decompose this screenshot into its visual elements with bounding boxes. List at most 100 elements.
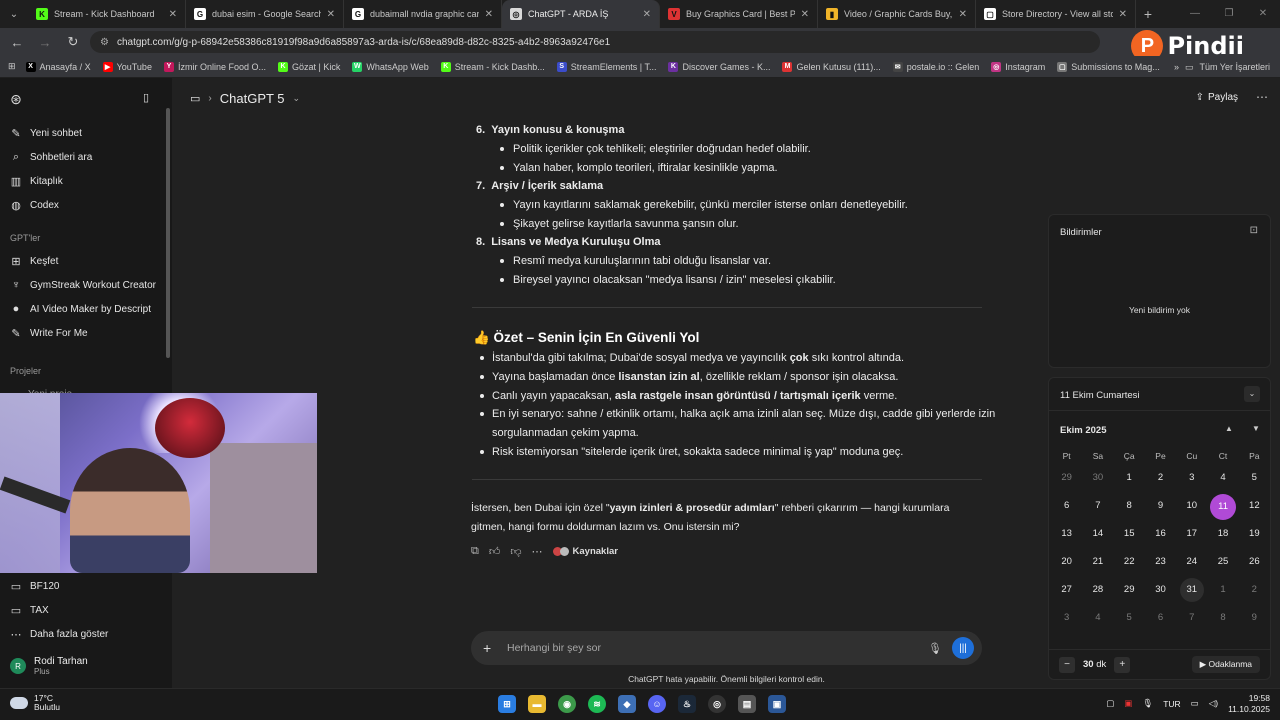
calendar-day[interactable]: 28 xyxy=(1082,578,1113,602)
close-sidebar-icon[interactable]: ▯ xyxy=(140,91,152,104)
discord-icon[interactable]: ☺ xyxy=(648,695,666,713)
openai-logo-icon[interactable]: ⊛ xyxy=(10,91,22,108)
calendar-day[interactable]: 14 xyxy=(1082,522,1113,546)
maximize-icon[interactable]: ❐ xyxy=(1212,0,1246,28)
calendar-day[interactable]: 21 xyxy=(1082,550,1113,574)
bookmark-item[interactable]: K Discover Games - K... xyxy=(668,61,770,72)
spotify-icon[interactable]: ≋ xyxy=(588,695,606,713)
collapse-calendar-icon[interactable]: ⌄ xyxy=(1244,386,1260,402)
calendar-day[interactable]: 4 xyxy=(1207,466,1238,490)
sidebar-gpt-2[interactable]: ● AI Video Maker by Descript xyxy=(10,303,151,315)
calendar-day[interactable]: 29 xyxy=(1051,466,1082,490)
calendar-day[interactable]: 6 xyxy=(1051,494,1082,518)
bookmark-item[interactable]: ✉ postale.io :: Gelen xyxy=(892,61,979,72)
calendar-day[interactable]: 16 xyxy=(1145,522,1176,546)
calendar-day[interactable]: 31 xyxy=(1176,578,1207,602)
calendar-day[interactable]: 25 xyxy=(1207,550,1238,574)
decrease-minutes-button[interactable]: − xyxy=(1059,656,1075,673)
new-tab-button[interactable]: + xyxy=(1136,6,1160,22)
site-info-icon[interactable]: ⚙ xyxy=(100,37,109,48)
next-month-icon[interactable]: ▼ xyxy=(1252,424,1260,433)
calendar-day[interactable]: 1 xyxy=(1114,466,1145,490)
bookmark-item[interactable]: K Gözat | Kick xyxy=(277,61,340,72)
thumbs-down-icon[interactable]: 👎︎ xyxy=(510,545,521,558)
bookmark-item[interactable]: W WhatsApp Web xyxy=(352,61,429,72)
bookmark-item[interactable]: S StreamElements | T... xyxy=(556,61,656,72)
sidebar-item-1[interactable]: ⌕ Sohbetleri ara xyxy=(10,151,92,164)
tab-close-icon[interactable]: ✕ xyxy=(801,9,809,20)
clock[interactable]: 19:58 11.10.2025 xyxy=(1228,693,1270,714)
sidebar-gpt-0[interactable]: ⊞ Keşfet xyxy=(10,255,58,268)
calendar-day[interactable]: 7 xyxy=(1176,606,1207,630)
app-icon[interactable]: ▣ xyxy=(768,695,786,713)
bookmark-item[interactable]: ◎ Instagram xyxy=(991,61,1045,72)
calendar-day[interactable]: 10 xyxy=(1176,494,1207,518)
calendar-day[interactable]: 8 xyxy=(1207,606,1238,630)
calendar-day[interactable]: 5 xyxy=(1239,466,1270,490)
browser-tab[interactable]: ▢ Store Directory - View all store ✕ xyxy=(976,0,1136,28)
increase-minutes-button[interactable]: + xyxy=(1114,656,1131,673)
browser-tab[interactable]: ◎ ChatGPT - ARDA İŞ ✕ xyxy=(502,0,660,28)
tray-app-icon[interactable]: ▣ xyxy=(1124,698,1132,709)
sidebar-item-3[interactable]: ◍ Codex xyxy=(10,199,59,212)
calendar-day[interactable]: 12 xyxy=(1239,494,1270,518)
apps-grid-icon[interactable]: ⊞ xyxy=(8,61,16,72)
reload-icon[interactable]: ↻ xyxy=(62,34,84,50)
sources-button[interactable]: Kaynaklar xyxy=(552,546,618,557)
bookmark-item[interactable]: ▶ YouTube xyxy=(102,61,152,72)
previous-month-icon[interactable]: ▲ xyxy=(1225,424,1233,433)
show-more-button[interactable]: ⋯ Daha fazla göster xyxy=(10,628,109,641)
voice-mode-button[interactable]: ||| xyxy=(952,637,974,659)
minimize-icon[interactable]: — xyxy=(1178,0,1212,28)
tab-close-icon[interactable]: ✕ xyxy=(1119,9,1127,20)
bookmark-item[interactable]: X Anasayfa / X xyxy=(25,61,91,72)
calendar-day[interactable]: 6 xyxy=(1145,606,1176,630)
calendar-day[interactable]: 5 xyxy=(1114,606,1145,630)
message-input[interactable] xyxy=(507,642,929,654)
calendar-day[interactable]: 26 xyxy=(1239,550,1270,574)
add-attachment-icon[interactable]: + xyxy=(483,640,497,656)
obs-icon[interactable]: ◎ xyxy=(708,695,726,713)
sidebar-item-0[interactable]: ✎ Yeni sohbet xyxy=(10,127,82,140)
sidebar-item-2[interactable]: ▥ Kitaplık xyxy=(10,175,63,188)
calendar-day[interactable]: 4 xyxy=(1082,606,1113,630)
calendar-day[interactable]: 30 xyxy=(1082,466,1113,490)
more-actions-icon[interactable]: ⋯ xyxy=(532,545,543,558)
do-not-disturb-icon[interactable]: ⊡ xyxy=(1250,225,1258,236)
weather-widget[interactable]: 17°C Bulutlu xyxy=(10,693,60,713)
bookmark-item[interactable]: ▢ Submissions to Mag... xyxy=(1057,61,1160,72)
calendar-day[interactable]: 19 xyxy=(1239,522,1270,546)
user-profile[interactable]: R Rodi Tarhan Plus xyxy=(10,656,88,676)
browser-tab[interactable]: K Stream - Kick Dashboard ✕ xyxy=(28,0,186,28)
file-explorer-icon[interactable]: ▬ xyxy=(528,695,546,713)
calendar-day[interactable]: 3 xyxy=(1176,466,1207,490)
tray-app-icon[interactable]: ▢ xyxy=(1106,698,1114,709)
close-window-icon[interactable]: ✕ xyxy=(1246,0,1280,28)
calendar-day[interactable]: 2 xyxy=(1239,578,1270,602)
calendar-day[interactable]: 22 xyxy=(1114,550,1145,574)
calendar-day[interactable]: 9 xyxy=(1239,606,1270,630)
calendar-day[interactable]: 7 xyxy=(1082,494,1113,518)
language-indicator[interactable]: TUR xyxy=(1163,699,1180,709)
calendar-day[interactable]: 27 xyxy=(1051,578,1082,602)
calendar-day[interactable]: 23 xyxy=(1145,550,1176,574)
calendar-day[interactable]: 8 xyxy=(1114,494,1145,518)
bookmark-item[interactable]: M Gelen Kutusu (111)... xyxy=(782,61,881,72)
sidebar-scrollbar[interactable] xyxy=(166,108,170,358)
tab-close-icon[interactable]: ✕ xyxy=(643,9,651,20)
calendar-day[interactable]: 1 xyxy=(1207,578,1238,602)
model-selector[interactable]: ▭ › ChatGPT 5 ⌄ xyxy=(190,91,300,106)
calendar-day[interactable]: 29 xyxy=(1114,578,1145,602)
chrome-icon[interactable]: ◉ xyxy=(558,695,576,713)
calendar-day[interactable]: 20 xyxy=(1051,550,1082,574)
sidebar-gpt-3[interactable]: ✎ Write For Me xyxy=(10,327,87,340)
forward-icon[interactable]: → xyxy=(34,35,56,50)
calendar-day[interactable]: 3 xyxy=(1051,606,1082,630)
url-field[interactable]: ⚙ chatgpt.com/g/g-p-68942e58386c81919f98… xyxy=(90,31,1100,53)
calendar-day[interactable]: 9 xyxy=(1145,494,1176,518)
calendar-day[interactable]: 2 xyxy=(1145,466,1176,490)
sidebar-folder-0[interactable]: ▭ BF120 xyxy=(10,580,60,593)
tab-close-icon[interactable]: ✕ xyxy=(169,9,177,20)
tab-close-icon[interactable]: ✕ xyxy=(327,9,335,20)
volume-icon[interactable]: ◁) xyxy=(1209,698,1218,709)
